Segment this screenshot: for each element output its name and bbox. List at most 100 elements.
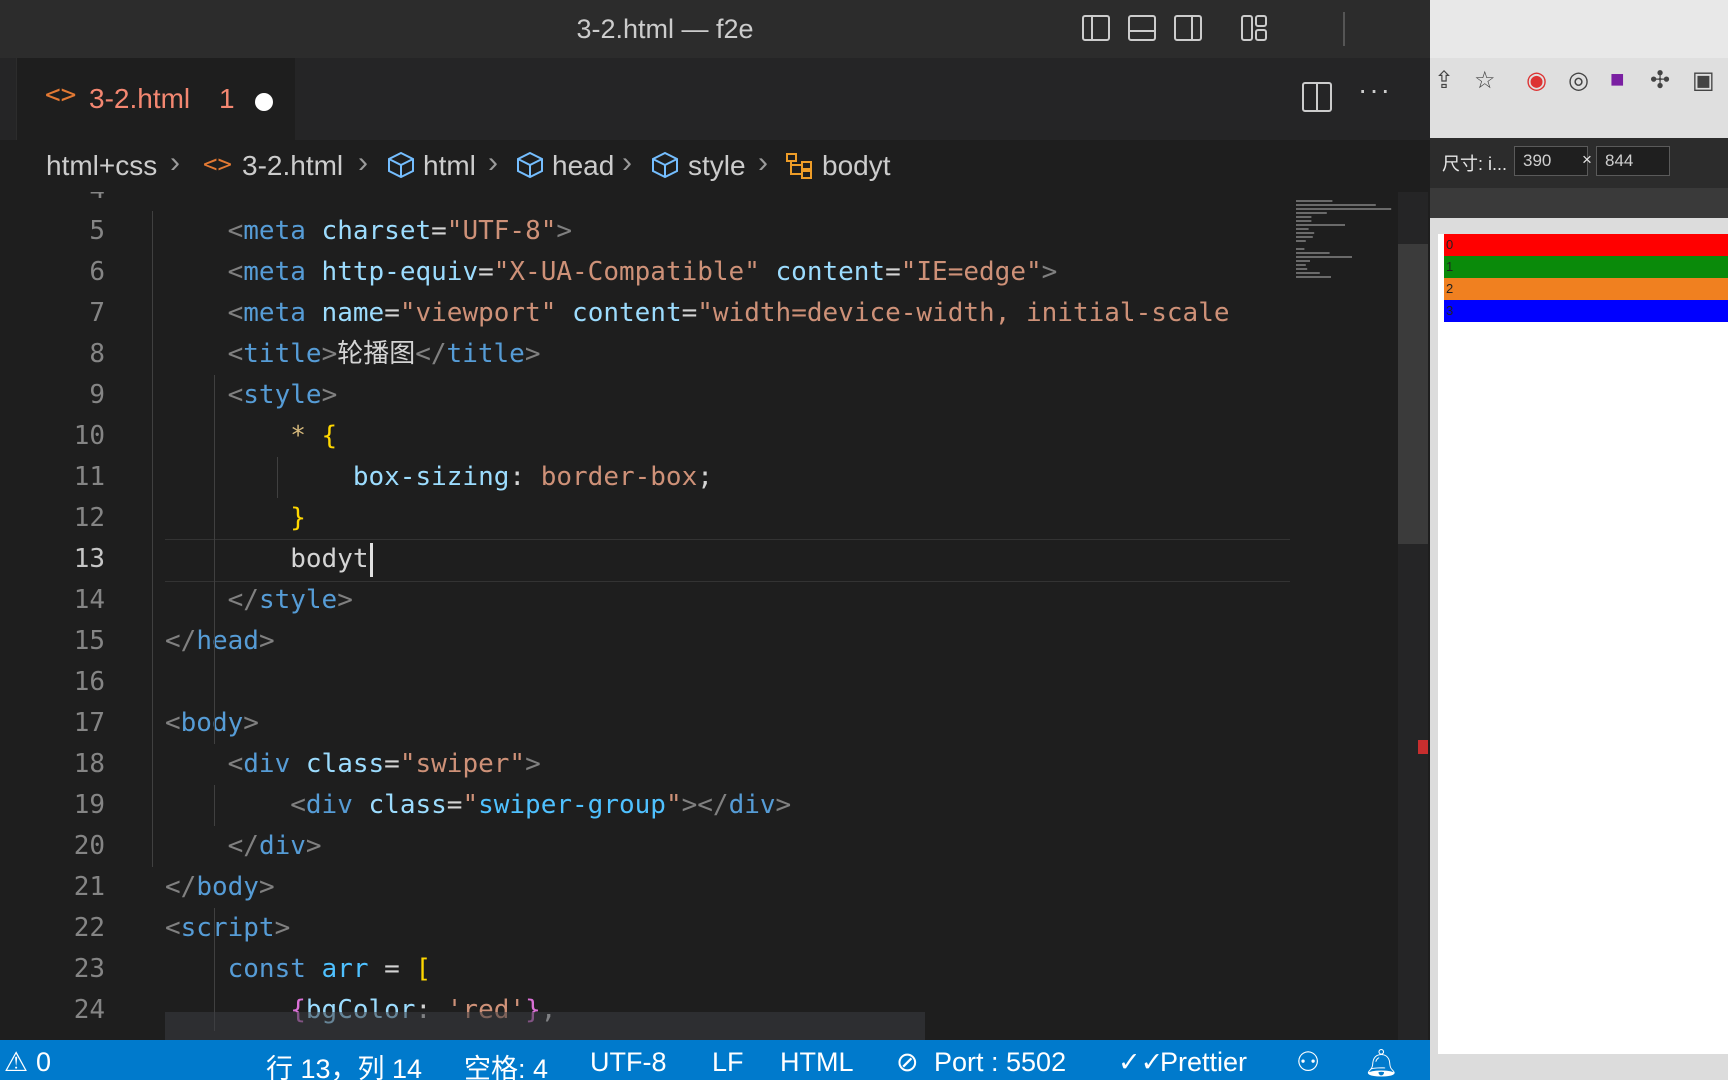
vertical-scrollbar[interactable] xyxy=(1398,192,1428,1040)
rp-extension-icon[interactable]: ■ xyxy=(1610,66,1625,94)
code-token: style xyxy=(243,380,322,410)
code-line[interactable]: 7 <meta name="viewport" content="width=d… xyxy=(0,293,1290,334)
device-ruler xyxy=(1430,188,1728,218)
line-number: 24 xyxy=(73,995,105,1025)
code-token: < xyxy=(227,749,244,779)
owl-extension-icon[interactable]: ◎ xyxy=(1568,66,1589,95)
code-line[interactable]: 22 <script> xyxy=(0,908,1290,949)
code-line[interactable]: 21 </body> xyxy=(0,867,1290,908)
bookmark-star-icon[interactable]: ☆ xyxy=(1474,66,1496,95)
prettier-status[interactable]: Prettier xyxy=(1160,1047,1247,1078)
code-line[interactable]: 5 <meta charset="UTF-8"> xyxy=(0,211,1290,252)
code-line[interactable]: 19 <div class="swiper-group"></div> xyxy=(0,785,1290,826)
code-token: < xyxy=(227,216,244,246)
minimap-line xyxy=(1296,256,1352,258)
code-line[interactable]: 15 </head> xyxy=(0,621,1290,662)
code-token: meta xyxy=(243,216,306,246)
toggle-secondary-sidebar-icon[interactable] xyxy=(1172,12,1204,44)
line-number: 8 xyxy=(89,339,105,369)
code-line[interactable]: 12 } xyxy=(0,498,1290,539)
side-panel-icon[interactable]: ▣ xyxy=(1692,66,1715,95)
code-token: " xyxy=(665,790,682,820)
code-token: 轮播图 xyxy=(337,339,416,369)
code-line[interactable]: 17 <body> xyxy=(0,703,1290,744)
more-actions-icon[interactable]: ··· xyxy=(1358,74,1392,106)
tab-3-2-html[interactable]: <> 3-2.html 1 xyxy=(16,58,295,140)
code-token: arr xyxy=(321,954,369,984)
code-line[interactable]: 11 box-sizing: border-box; xyxy=(0,457,1290,498)
minimap-line xyxy=(1296,228,1309,230)
account-feedback-icon[interactable]: ⚇ xyxy=(1296,1047,1320,1078)
symbol-tree-icon xyxy=(784,150,814,185)
line-number: 7 xyxy=(89,298,105,328)
unsaved-dot-icon[interactable] xyxy=(255,93,273,111)
minimap[interactable] xyxy=(1290,192,1400,1040)
color-picker-extension-icon[interactable]: ◉ xyxy=(1526,66,1547,95)
minimap-line xyxy=(1296,272,1320,274)
split-editor-icon[interactable] xyxy=(1300,80,1334,114)
code-text: <div class="swiper"> xyxy=(165,744,541,785)
share-icon[interactable]: ⇪ xyxy=(1434,66,1454,95)
live-server-port[interactable]: Port : 5502 xyxy=(934,1047,1066,1078)
customize-layout-icon[interactable] xyxy=(1238,12,1270,44)
code-token: = xyxy=(478,257,494,287)
viewport-height-input[interactable]: 844 xyxy=(1596,146,1670,176)
code-area[interactable]: 45 <meta charset="UTF-8">6 <meta http-eq… xyxy=(0,192,1290,1040)
code-line[interactable]: 16 xyxy=(0,662,1290,703)
code-token: meta xyxy=(243,257,306,287)
breadcrumb-item-head[interactable]: head xyxy=(552,150,614,182)
code-token: < xyxy=(227,298,244,328)
viewport-width-input[interactable]: 390 xyxy=(1514,146,1588,176)
device-toolbar: 尺寸: i... ▼ 390 × 844 xyxy=(1430,138,1728,188)
code-token: head xyxy=(196,626,259,656)
indent-guide xyxy=(276,457,278,498)
tab-bar: <> 3-2.html 1 ··· xyxy=(0,58,1430,140)
code-line[interactable]: 8 <title>轮播图</title> xyxy=(0,334,1290,375)
breadcrumb-item-folder[interactable]: html+css xyxy=(46,150,157,182)
code-token: const xyxy=(227,954,322,984)
scrollbar-thumb[interactable] xyxy=(1398,244,1428,544)
breadcrumb-item-html[interactable]: html xyxy=(423,150,476,182)
code-line[interactable]: 13 bodyt xyxy=(0,539,1290,580)
problems-count[interactable]: 0 xyxy=(36,1047,51,1078)
code-text: <div class="swiper-group"></div> xyxy=(165,785,791,826)
code-line[interactable]: 4 xyxy=(0,192,1290,211)
minimap-line xyxy=(1296,232,1315,234)
code-line[interactable]: 6 <meta http-equiv="X-UA-Compatible" con… xyxy=(0,252,1290,293)
language-mode[interactable]: HTML xyxy=(780,1047,854,1078)
breadcrumb-item-symbol[interactable]: bodyt xyxy=(822,150,891,182)
breadcrumb-item-file[interactable]: 3-2.html xyxy=(242,150,343,182)
end-of-line[interactable]: LF xyxy=(712,1047,744,1078)
code-line[interactable]: 23 const arr = [ xyxy=(0,949,1290,990)
cube-icon xyxy=(515,150,545,185)
minimap-line xyxy=(1296,208,1392,210)
device-viewport[interactable]: 0 1 2 3 xyxy=(1438,234,1728,1054)
tab-label: 3-2.html xyxy=(89,83,191,114)
code-line[interactable]: 9 <style> xyxy=(0,375,1290,416)
toggle-panel-icon[interactable] xyxy=(1126,12,1158,44)
warning-icon[interactable]: ⚠ xyxy=(4,1047,28,1078)
encoding[interactable]: UTF-8 xyxy=(590,1047,667,1078)
dimensions-select[interactable]: 尺寸: i... xyxy=(1442,150,1507,176)
code-token: > xyxy=(258,626,275,656)
code-line[interactable]: 10 * { xyxy=(0,416,1290,457)
minimap-line xyxy=(1296,276,1331,278)
indentation[interactable]: 空格: 4 xyxy=(464,1047,548,1080)
code-line[interactable]: 18 <div class="swiper"> xyxy=(0,744,1290,785)
bell-icon[interactable]: 🔔︎ xyxy=(1364,1047,1398,1079)
cursor-position[interactable]: 行 13，列 14 xyxy=(266,1047,422,1080)
code-line[interactable]: 14 </style> xyxy=(0,580,1290,621)
breadcrumb-item-style[interactable]: style xyxy=(688,150,746,182)
code-text: bodyt xyxy=(165,539,368,580)
title-bar: 3-2.html — f2e xyxy=(0,0,1430,59)
code-token: "X-UA-Compatible" xyxy=(493,257,760,287)
extensions-puzzle-icon[interactable]: ✣ xyxy=(1650,66,1670,95)
toggle-primary-sidebar-icon[interactable] xyxy=(1080,12,1112,44)
minimap-line xyxy=(1296,224,1345,226)
chevron-right-icon: › xyxy=(622,146,632,179)
code-token: body xyxy=(196,872,259,902)
code-line[interactable]: 20 </div> xyxy=(0,826,1290,867)
